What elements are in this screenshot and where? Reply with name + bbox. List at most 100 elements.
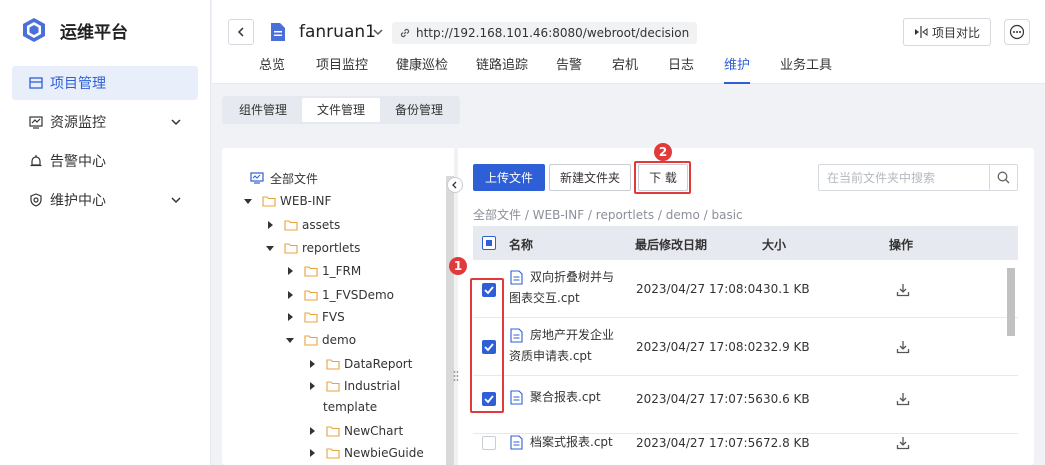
expand-arrow-icon[interactable] xyxy=(286,337,294,343)
column-size[interactable]: 大小 xyxy=(762,236,786,253)
expand-arrow-icon[interactable] xyxy=(266,245,274,251)
tree-node-industrial-template[interactable]: Industrial xyxy=(308,376,400,396)
subtab-backup-management[interactable]: 备份管理 xyxy=(380,98,458,122)
select-all-checkbox[interactable] xyxy=(482,236,496,250)
breadcrumb[interactable]: 全部文件 / WEB-INF / reportlets / demo / bas… xyxy=(473,206,743,223)
column-modified[interactable]: 最后修改日期 xyxy=(635,236,707,253)
subtab-component-management[interactable]: 组件管理 xyxy=(224,98,302,122)
chevron-down-icon xyxy=(171,119,181,126)
table-row[interactable]: 档案式报表.cpt 2023/04/27 17:07:56 72.8 KB xyxy=(473,427,1018,465)
tree-node-web-inf[interactable]: WEB-INF xyxy=(244,191,331,211)
download-icon[interactable] xyxy=(896,392,910,406)
sidebar-item-resource-monitor[interactable]: 资源监控 xyxy=(12,105,198,139)
tab-maintenance[interactable]: 维护 xyxy=(724,56,751,84)
row-checkbox[interactable] xyxy=(482,436,496,450)
tab-downtime[interactable]: 宕机 xyxy=(612,56,638,84)
tab-trace[interactable]: 链路追踪 xyxy=(476,56,528,84)
file-name[interactable]: 房地产开发企业 xyxy=(530,325,614,346)
download-icon[interactable] xyxy=(896,283,910,297)
download-icon[interactable] xyxy=(896,436,910,450)
chevron-down-icon[interactable] xyxy=(372,26,384,38)
sidebar-item-alarm-center[interactable]: 告警中心 xyxy=(12,144,198,178)
tree-node-label: 1_FRM xyxy=(322,264,362,278)
maintenance-icon xyxy=(28,192,44,208)
file-name[interactable]: 聚合报表.cpt xyxy=(530,387,601,408)
file-name-line2[interactable]: 图表交互.cpt xyxy=(509,288,580,309)
collapse-tree-button[interactable] xyxy=(447,177,463,193)
modified-date: 2023/04/27 17:08:02 xyxy=(636,340,763,354)
tree-node-datareport[interactable]: DataReport xyxy=(308,354,412,374)
compare-projects-button[interactable]: 项目对比 xyxy=(903,18,991,46)
scrollbar-thumb[interactable] xyxy=(1007,268,1015,336)
table-scrollbar[interactable] xyxy=(1007,260,1015,465)
search-button[interactable] xyxy=(989,165,1017,190)
tree-scrollbar[interactable] xyxy=(446,176,454,465)
cube-logo-icon xyxy=(23,18,45,42)
more-button[interactable] xyxy=(1004,19,1030,45)
file-size: 32.9 KB xyxy=(763,340,810,354)
file-table-header: 名称 最后修改日期 大小 操作 xyxy=(473,226,1018,260)
folder-icon xyxy=(262,196,276,207)
tree-node-label: 全部文件 xyxy=(270,171,319,186)
project-icon xyxy=(28,75,44,91)
new-folder-button[interactable]: 新建文件夹 xyxy=(549,164,631,191)
tree-node-demo[interactable]: demo xyxy=(286,330,356,350)
file-name[interactable]: 双向折叠树并与 xyxy=(530,267,614,288)
tree-node-assets[interactable]: assets xyxy=(266,215,340,235)
tab-alarm[interactable]: 告警 xyxy=(556,56,582,84)
project-header: fanruan1 http://192.168.101.46:8080/webr… xyxy=(212,0,1045,84)
panel-splitter[interactable] xyxy=(454,148,458,465)
file-name-line2[interactable]: 资质申请表.cpt xyxy=(509,346,592,367)
upload-file-button[interactable]: 上传文件 xyxy=(473,164,545,191)
collapse-arrow-icon[interactable] xyxy=(310,382,315,390)
collapse-arrow-icon[interactable] xyxy=(288,291,293,299)
collapse-arrow-icon[interactable] xyxy=(268,221,273,229)
tree-node-1-fvsdemo[interactable]: 1_FVSDemo xyxy=(286,285,394,305)
subtab-file-management[interactable]: 文件管理 xyxy=(302,98,380,122)
drag-handle-icon[interactable] xyxy=(453,370,459,382)
checkbox-highlight-box xyxy=(470,278,504,413)
collapse-arrow-icon[interactable] xyxy=(288,267,293,275)
column-actions: 操作 xyxy=(889,238,914,252)
modified-date: 2023/04/27 17:07:56 xyxy=(636,436,763,450)
tab-health-check[interactable]: 健康巡检 xyxy=(396,56,448,84)
modified-date: 2023/04/27 17:08:04 xyxy=(636,282,763,296)
tree-node-newbieguide[interactable]: NewbieGuide xyxy=(308,443,424,463)
column-name[interactable]: 名称 xyxy=(509,236,533,253)
tree-node-label: reportlets xyxy=(302,241,361,255)
folder-icon xyxy=(304,290,318,301)
back-button[interactable] xyxy=(228,19,254,45)
collapse-arrow-icon[interactable] xyxy=(310,449,315,457)
project-url[interactable]: http://192.168.101.46:8080/webroot/decis… xyxy=(392,22,698,44)
report-file-icon xyxy=(510,390,523,405)
expand-arrow-icon[interactable] xyxy=(244,198,252,204)
more-icon xyxy=(1009,24,1025,40)
tree-node-reportlets[interactable]: reportlets xyxy=(266,238,360,258)
tab-project-monitor[interactable]: 项目监控 xyxy=(316,56,368,84)
tree-node-label: NewbieGuide xyxy=(344,446,424,460)
sidebar-item-project-management[interactable]: 项目管理 xyxy=(12,66,198,100)
table-row[interactable]: 双向折叠树并与 图表交互.cpt 2023/04/27 17:08:04 30.… xyxy=(473,261,1018,318)
project-name[interactable]: fanruan1 xyxy=(299,22,376,42)
table-row[interactable]: 聚合报表.cpt 2023/04/27 17:07:56 30.6 KB xyxy=(473,377,1018,434)
tree-node-1-frm[interactable]: 1_FRM xyxy=(286,261,361,281)
tree-node-fvs[interactable]: FVS xyxy=(286,307,345,327)
tab-business-tools[interactable]: 业务工具 xyxy=(780,56,832,84)
collapse-arrow-icon[interactable] xyxy=(288,313,293,321)
search-input[interactable] xyxy=(819,165,991,190)
tree-root[interactable]: 全部文件 xyxy=(250,168,318,188)
folder-icon xyxy=(304,266,318,277)
tab-overview[interactable]: 总览 xyxy=(259,56,285,84)
tab-log[interactable]: 日志 xyxy=(668,56,694,84)
collapse-arrow-icon[interactable] xyxy=(310,427,315,435)
download-icon[interactable] xyxy=(896,340,910,354)
download-highlight-box xyxy=(634,161,691,194)
sidebar-item-maintenance-center[interactable]: 维护中心 xyxy=(12,183,198,217)
file-name[interactable]: 档案式报表.cpt xyxy=(530,432,613,453)
sidebar-item-label: 维护中心 xyxy=(50,193,106,209)
folder-icon xyxy=(284,220,298,231)
tree-node-newchart[interactable]: NewChart xyxy=(308,421,403,441)
table-row[interactable]: 房地产开发企业 资质申请表.cpt 2023/04/27 17:08:02 32… xyxy=(473,319,1018,376)
logo: 运维平台 xyxy=(0,0,210,60)
collapse-arrow-icon[interactable] xyxy=(310,360,315,368)
